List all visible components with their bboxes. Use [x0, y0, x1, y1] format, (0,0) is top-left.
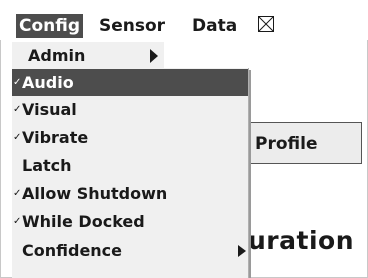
check-icon: ✓: [13, 216, 22, 227]
submenu-admin-label: Admin: [28, 46, 86, 65]
menu-sensor[interactable]: Sensor: [96, 14, 168, 38]
tab-profile-label: Profile: [255, 134, 318, 154]
tab-profile[interactable]: Profile: [236, 122, 362, 164]
menu-item-confidence[interactable]: Confidence: [12, 237, 248, 264]
menu-item-label: While Docked: [22, 212, 145, 231]
menu-item-allow-shutdown[interactable]: ✓ Allow Shutdown: [12, 180, 248, 207]
menu-item-audio[interactable]: ✓ Audio: [12, 69, 248, 96]
menu-item-while-docked[interactable]: ✓ While Docked: [12, 208, 248, 235]
menu-bar: Config Sensor Data: [0, 0, 368, 40]
check-icon: ✓: [13, 188, 22, 199]
menu-item-label: Vibrate: [22, 128, 89, 147]
check-icon: ✓: [13, 77, 22, 88]
check-icon: ✓: [13, 104, 22, 115]
menu-item-latch[interactable]: Latch: [12, 152, 248, 179]
menu-config[interactable]: Config: [16, 14, 84, 38]
chevron-right-icon: [238, 245, 246, 257]
menu-data[interactable]: Data: [189, 14, 240, 38]
menu-item-visual[interactable]: ✓ Visual: [12, 96, 248, 123]
menu-item-label: Latch: [22, 156, 72, 175]
dropdown-menu: ✓ Audio ✓ Visual ✓ Vibrate Latch ✓ Allow…: [12, 68, 249, 278]
menu-item-label: Visual: [22, 100, 77, 119]
menu-item-label: Confidence: [22, 241, 123, 260]
submenu-admin[interactable]: Admin: [12, 42, 164, 70]
menu-item-label: Audio: [22, 73, 74, 92]
menu-item-label: Allow Shutdown: [22, 184, 168, 203]
chevron-right-icon: [150, 49, 158, 63]
page-heading: uration: [248, 226, 354, 255]
close-icon[interactable]: [258, 16, 274, 32]
check-icon: ✓: [13, 132, 22, 143]
menu-item-vibrate[interactable]: ✓ Vibrate: [12, 124, 248, 151]
